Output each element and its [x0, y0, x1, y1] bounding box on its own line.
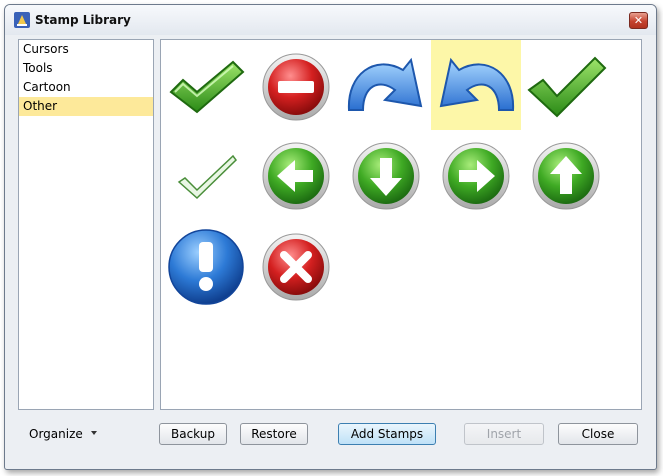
green-arrow-down-icon[interactable] [341, 130, 431, 220]
add-stamps-button[interactable]: Add Stamps [338, 423, 436, 445]
app-icon [14, 12, 30, 28]
stamp-library-window: Stamp Library ✕ Cursors Tools Cartoon Ot… [4, 4, 657, 470]
stamp-grid [160, 39, 642, 410]
green-checkmark-icon[interactable] [521, 40, 611, 130]
blue-arrow-redo-icon[interactable] [341, 40, 431, 130]
category-list[interactable]: Cursors Tools Cartoon Other [18, 39, 154, 410]
green-arrow-up-icon[interactable] [521, 130, 611, 220]
organize-menu[interactable]: Organize [29, 427, 83, 441]
green-check-3d-icon[interactable] [161, 40, 251, 130]
insert-button[interactable]: Insert [464, 423, 544, 445]
window-close-button[interactable]: ✕ [629, 12, 648, 29]
green-arrow-left-icon[interactable] [251, 130, 341, 220]
blue-exclamation-icon[interactable] [161, 220, 251, 310]
red-minus-icon[interactable] [251, 40, 341, 130]
red-x-icon[interactable] [251, 220, 341, 310]
category-item-other[interactable]: Other [19, 97, 153, 116]
window-title: Stamp Library [35, 13, 131, 27]
backup-button[interactable]: Backup [159, 423, 227, 445]
outline-checkmark-icon[interactable] [161, 130, 251, 220]
category-item-tools[interactable]: Tools [19, 59, 153, 78]
green-arrow-right-icon[interactable] [431, 130, 521, 220]
blue-arrow-undo-icon[interactable] [431, 40, 521, 130]
category-item-cursors[interactable]: Cursors [19, 40, 153, 59]
title-bar: Stamp Library ✕ [5, 5, 656, 35]
category-item-cartoon[interactable]: Cartoon [19, 78, 153, 97]
close-button[interactable]: Close [558, 423, 638, 445]
chevron-down-icon[interactable] [91, 431, 97, 435]
restore-button[interactable]: Restore [240, 423, 308, 445]
